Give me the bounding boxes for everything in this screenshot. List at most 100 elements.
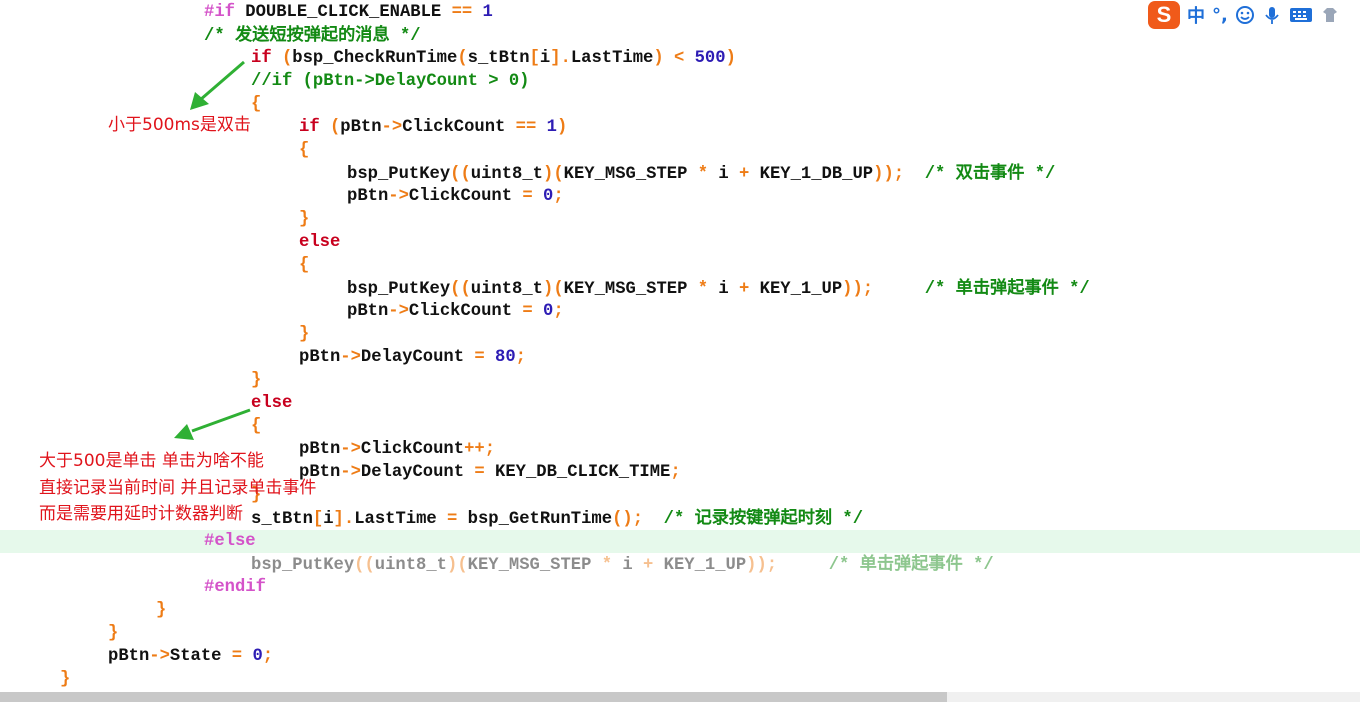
code-token: pBtn xyxy=(299,348,341,367)
code-token: /* xyxy=(204,27,235,46)
code-token: DelayCount xyxy=(360,463,475,482)
code-token: KEY_1_UP xyxy=(759,280,843,299)
code-token: * xyxy=(697,165,719,184)
code-token: KEY_MSG_STEP xyxy=(563,165,698,184)
ime-toolbar[interactable]: S 中 °, xyxy=(1146,0,1340,30)
code-token: )( xyxy=(447,556,468,575)
code-token: else xyxy=(299,233,341,252)
code-token: + xyxy=(739,165,760,184)
code-token: i xyxy=(718,280,740,299)
emoji-icon[interactable] xyxy=(1235,5,1255,25)
code-token: + xyxy=(643,556,664,575)
code-line: #endif xyxy=(204,576,266,599)
code-token: uint8_t xyxy=(470,280,543,299)
code-token: ) < xyxy=(653,49,695,68)
code-line: bsp_PutKey((uint8_t)(KEY_MSG_STEP * i + … xyxy=(251,553,994,576)
code-token: } xyxy=(156,601,167,620)
annotation-double-click: 小于500ms是双击 xyxy=(108,115,251,135)
code-token: if xyxy=(251,49,282,68)
code-token: * xyxy=(697,280,719,299)
microphone-icon[interactable] xyxy=(1262,5,1282,25)
code-token: = xyxy=(522,187,544,206)
code-token: -> xyxy=(381,118,403,137)
code-token: (); xyxy=(612,510,664,529)
code-token: bsp_CheckRunTime xyxy=(292,49,458,68)
code-token: else xyxy=(251,394,293,413)
code-token: bsp_PutKey xyxy=(347,280,451,299)
code-token: * xyxy=(601,556,623,575)
annotation-single-click-line2: 直接记录当前时间 并且记录单击事件 xyxy=(39,478,317,498)
code-token: /* xyxy=(828,556,860,575)
code-token: */ xyxy=(962,556,994,575)
code-token: )); xyxy=(873,165,925,184)
code-token: DOUBLE_CLICK_ENABLE xyxy=(245,3,452,22)
code-token: 1 xyxy=(546,118,557,137)
code-token: 1 xyxy=(482,3,493,22)
keyboard-icon[interactable] xyxy=(1289,5,1313,25)
code-token: KEY_1_DB_UP xyxy=(759,165,874,184)
code-line: { xyxy=(299,139,309,162)
code-token: 0 xyxy=(252,647,263,666)
code-token: ++; xyxy=(464,440,496,459)
code-line: { xyxy=(251,415,261,438)
code-token: )( xyxy=(543,165,564,184)
code-token: -> xyxy=(388,187,409,206)
code-token: uint8_t xyxy=(470,165,543,184)
code-token: ]. xyxy=(333,510,355,529)
code-token: LastTime xyxy=(354,510,448,529)
code-token: bsp_PutKey xyxy=(347,165,451,184)
code-token: ]. xyxy=(550,49,571,68)
horizontal-scrollbar[interactable] xyxy=(0,692,1360,702)
code-line: } xyxy=(251,369,261,392)
code-token: = xyxy=(447,510,468,529)
code-token: pBtn xyxy=(108,647,150,666)
code-token: [ xyxy=(312,510,324,529)
code-token: //if (pBtn->DelayCount > 0) xyxy=(251,72,530,91)
code-token: { xyxy=(299,256,310,275)
code-token: KEY_MSG_STEP xyxy=(563,280,698,299)
annotation-single-click-line3: 而是需要用延时计数器判断 xyxy=(39,504,243,524)
scrollbar-thumb[interactable] xyxy=(0,692,947,702)
code-token: s_tBtn xyxy=(467,49,530,68)
code-token: } xyxy=(60,670,71,689)
code-line: #else xyxy=(204,530,256,553)
code-token: { xyxy=(251,417,262,436)
code-line: if (pBtn->ClickCount == 1) xyxy=(299,116,567,139)
code-editor[interactable]: #if DOUBLE_CLICK_ENABLE == 1/* 发送短按弹起的消息… xyxy=(0,0,1360,692)
code-token: #if xyxy=(204,3,246,22)
code-token: ClickCount xyxy=(408,302,523,321)
code-line: { xyxy=(251,93,261,116)
code-token: pBtn xyxy=(340,118,382,137)
code-token: pBtn xyxy=(347,302,389,321)
code-token: == xyxy=(451,3,483,22)
code-token: (( xyxy=(354,556,375,575)
code-token: ClickCount xyxy=(360,440,465,459)
code-token: LastTime xyxy=(570,49,654,68)
code-token: { xyxy=(251,95,262,114)
code-token: ) xyxy=(725,49,736,68)
code-token: = xyxy=(474,463,496,482)
ime-mode-toggle[interactable]: 中 xyxy=(1187,2,1205,28)
code-line: } xyxy=(60,668,70,691)
skin-icon[interactable] xyxy=(1320,5,1340,25)
ime-punct-toggle[interactable]: °, xyxy=(1212,5,1228,26)
code-token: ) xyxy=(556,118,568,137)
code-token: ClickCount xyxy=(408,187,523,206)
code-token: } xyxy=(299,210,310,229)
code-token: (( xyxy=(450,280,471,299)
code-token: 双击事件 xyxy=(955,163,1025,183)
code-token: #endif xyxy=(204,578,266,597)
code-line: pBtn->ClickCount++; xyxy=(299,438,495,461)
code-token: ; xyxy=(515,348,526,367)
code-token: )); xyxy=(746,556,829,575)
code-token: ; xyxy=(262,647,274,666)
code-line: //if (pBtn->DelayCount > 0) xyxy=(251,70,529,93)
code-token: */ xyxy=(1058,280,1090,299)
code-line: } xyxy=(299,323,309,346)
code-token: 单击弹起事件 xyxy=(859,554,963,574)
code-token: ; xyxy=(670,463,681,482)
sogou-logo-icon[interactable]: S xyxy=(1148,1,1180,29)
code-line: else xyxy=(251,392,292,415)
code-token: DelayCount xyxy=(360,348,475,367)
code-token: } xyxy=(108,624,119,643)
